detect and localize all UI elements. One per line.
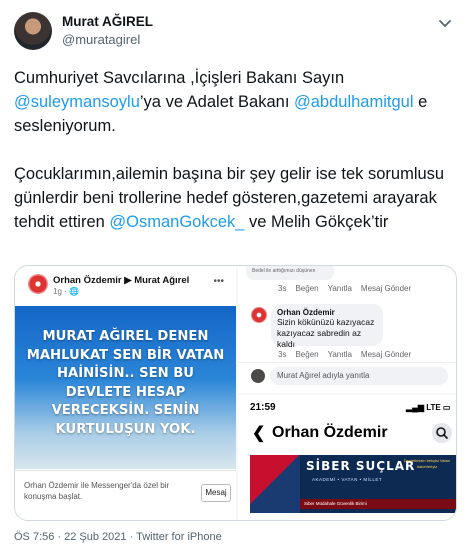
more-options-chevron-icon[interactable]: [436, 14, 454, 32]
send-message-action: Mesaj Gönder: [360, 350, 412, 359]
reply-row: Murat Ağırel adıyla yanıtla: [238, 362, 456, 390]
tweet-paragraph-2: Çocuklarımın,ailemin başına bir şey geli…: [14, 162, 462, 234]
text-span: ’ya ve Adalet Bakanı: [139, 93, 294, 111]
message-button: Mesaj: [201, 484, 231, 502]
handle[interactable]: @muratagirel: [62, 32, 140, 47]
more-dots-icon: •••: [213, 276, 224, 287]
commenter-avatar: [251, 307, 267, 323]
comments-image[interactable]: Bedel ile arttığımızı düşünen 3s Beğen Yan…: [238, 266, 456, 393]
tweet-time[interactable]: ÖS 7:56: [14, 531, 54, 543]
post-meta: 1g · 🌐: [53, 287, 79, 296]
comment-bubble: Orhan Özdemir Sizin kökünüzü kazıyacaz k…: [271, 304, 383, 349]
post-banner: MURAT AĞIREL DENEN MAHLUKAT SEN BİR VATA…: [15, 306, 236, 469]
avatar[interactable]: [14, 12, 52, 50]
post-names: Orhan Özdemir ▶ Murat Ağırel: [53, 275, 190, 286]
mention-link[interactable]: @OsmanGokcek_: [109, 213, 244, 231]
poster-avatar: [28, 274, 48, 294]
previous-comment-text: Bedel ile arttığımızı düşünen: [252, 268, 316, 274]
comment-actions: 3s Beğen Yanıtla Mesaj Gönder: [278, 284, 420, 293]
comment-author: Orhan Özdemir: [277, 308, 335, 317]
search-icon: [432, 423, 452, 443]
comment-age: 3s: [278, 284, 287, 293]
cover-bar-text: Siber Müdahale Güvenlik Birimi: [304, 501, 367, 506]
profile-title: Orhan Özdemir: [272, 424, 388, 441]
reply-action: Yanıtla: [327, 284, 352, 293]
reply-avatar: [251, 369, 265, 383]
cover-bar: Siber Müdahale Güvenlik Birimi: [300, 499, 456, 509]
facebook-post-image[interactable]: Orhan Özdemir ▶ Murat Ağırel 1g · 🌐 ••• …: [15, 266, 236, 520]
send-message-action: Mesaj Gönder: [360, 284, 412, 293]
reply-input: Murat Ağırel adıyla yanıtla: [270, 367, 448, 385]
back-arrow-icon: ❮: [252, 425, 266, 442]
banner-text: MURAT AĞIREL DENEN MAHLUKAT SEN BİR VATA…: [26, 329, 225, 437]
tweet-date[interactable]: 22 Şub 2021: [64, 531, 126, 543]
messenger-prompt: Orhan Özdemir ile Messenger'da özel bir …: [24, 481, 170, 501]
reply-action: Yanıtla: [327, 350, 352, 359]
status-time: 21:59: [250, 402, 276, 413]
like-action: Beğen: [295, 350, 319, 359]
comment-text: Sizin kökünüzü kazıyacaz kazıyacaz sabre…: [277, 317, 375, 349]
cover-slogan: Devletimizin bekçisi Vatan Askerleriyiz: [403, 458, 451, 469]
post-footer: Orhan Özdemir ile Messenger'da özel bir …: [15, 470, 236, 520]
comment-actions: 3s Beğen Yanıtla Mesaj Gönder: [278, 350, 420, 359]
cover-flag-graphic: [250, 455, 300, 513]
mention-link[interactable]: @suleymansoylu: [14, 93, 140, 111]
tweet-text: Cumhuriyet Savcılarına ,İçişleri Bakanı …: [14, 66, 462, 234]
profile-cover: SİBER SUÇLAR AKADEMİ • VATAN • MİLLET De…: [250, 455, 456, 513]
like-action: Beğen: [295, 284, 319, 293]
mention-link[interactable]: @abdulhamitgul: [294, 93, 414, 111]
profile-screenshot-image[interactable]: 21:59 ▂▄▆ LTE ▭ ❮ Orhan Özdemir SİBER SU…: [238, 395, 456, 520]
tweet-header: Murat AĞIREL @muratagirel: [14, 12, 454, 52]
status-indicators: ▂▄▆ LTE ▭: [406, 403, 451, 412]
text-span: Cumhuriyet Savcılarına ,İçişleri Bakanı …: [14, 69, 345, 87]
text-span: ve Melih Gökçek’tir: [244, 213, 389, 231]
cover-subtitle: AKADEMİ • VATAN • MİLLET: [312, 477, 383, 482]
display-name[interactable]: Murat AĞIREL: [62, 14, 153, 29]
tweet-timestamp: ÖS 7:56 · 22 Şub 2021 · Twitter for iPho…: [14, 531, 222, 543]
tweet-source[interactable]: Twitter for iPhone: [136, 531, 222, 543]
comment-age: 3s: [278, 350, 287, 359]
tweet-paragraph-1: Cumhuriyet Savcılarına ,İçişleri Bakanı …: [14, 66, 462, 138]
previous-comment-bubble: Bedel ile arttığımızı düşünen: [246, 266, 334, 280]
media-grid: Orhan Özdemir ▶ Murat Ağırel 1g · 🌐 ••• …: [14, 265, 457, 521]
